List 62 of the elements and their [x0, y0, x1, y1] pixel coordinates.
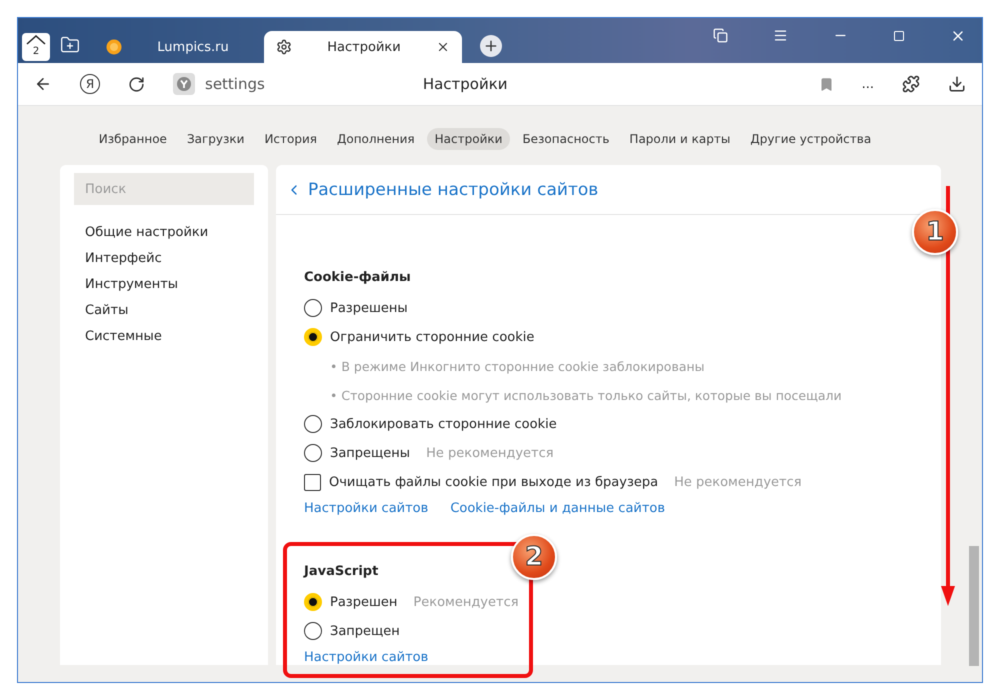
yandex-button[interactable]: Я: [80, 74, 100, 94]
nav-tab[interactable]: Дополнения: [328, 128, 423, 150]
site-icon: [173, 73, 195, 95]
option-note: Рекомендуется: [413, 594, 519, 610]
option-hint: • В режиме Инкогнито сторонние cookie заблокированы: [329, 358, 706, 376]
option-label: Разрешены: [330, 300, 408, 316]
gear-icon: [276, 39, 292, 55]
page-title: Настройки: [422, 75, 509, 93]
collections-icon[interactable]: [713, 28, 728, 43]
nav-tab[interactable]: История: [256, 128, 325, 150]
more-button[interactable]: ...: [862, 76, 874, 92]
nav-tab[interactable]: Пароли и карты: [621, 128, 738, 150]
extensions-icon[interactable]: [902, 75, 920, 93]
sidebar-item[interactable]: Системные: [85, 329, 254, 344]
option-hint: • Сторонние cookie могут использовать только сайты, которые вы посещали: [329, 386, 843, 405]
sidebar-item[interactable]: Общие настройки: [85, 225, 254, 240]
close-icon[interactable]: [436, 40, 450, 54]
sidebar-item[interactable]: Инструменты: [85, 277, 254, 292]
search-field[interactable]: Поиск: [74, 173, 254, 205]
nav-tab[interactable]: Настройки: [426, 128, 510, 150]
option-label: Очищать файлы cookie при выходе из браузера: [329, 474, 658, 490]
radio-button[interactable]: [304, 622, 322, 640]
nav-tab[interactable]: Избранное: [90, 128, 175, 150]
radio-button[interactable]: [304, 444, 322, 462]
section-title: Cookie-файлы: [304, 270, 412, 285]
checkbox[interactable]: [304, 474, 321, 490]
radio-button[interactable]: [304, 415, 322, 433]
download-icon[interactable]: [948, 75, 966, 93]
browser-tab[interactable]: Lumpics.ru: [94, 31, 264, 63]
browser-tab[interactable]: Настройки: [264, 31, 462, 63]
option-note: Не рекомендуется: [426, 446, 554, 460]
new-tab-button[interactable]: [480, 35, 502, 57]
roof-icon: [25, 35, 47, 45]
back-icon[interactable]: [34, 75, 52, 93]
sidebar-item[interactable]: Интерфейс: [85, 251, 254, 266]
nav-tab[interactable]: Безопасность: [514, 128, 618, 150]
address-field[interactable]: settings: [205, 75, 265, 93]
sidebar-item[interactable]: Сайты: [85, 303, 254, 318]
option-note: Не рекомендуется: [674, 474, 802, 490]
option-label: Запрещены: [330, 446, 410, 460]
option-label: Заблокировать сторонние cookie: [330, 416, 557, 432]
option-label: Запрещен: [330, 624, 400, 638]
section-title: JavaScript: [304, 564, 380, 579]
settings-link[interactable]: Cookie-файлы и данные сайтов: [450, 501, 666, 516]
reload-icon[interactable]: [128, 76, 145, 92]
card-title: Расширенные настройки сайтов: [308, 180, 598, 200]
home-button[interactable]: 2: [22, 33, 50, 61]
site-icon: [106, 39, 122, 55]
settings-link[interactable]: Настройки сайтов: [304, 501, 428, 516]
radio-button[interactable]: [304, 299, 322, 317]
nav-tab[interactable]: Загрузки: [178, 128, 252, 150]
maximize-icon[interactable]: [893, 30, 905, 42]
step-badge: 2: [511, 534, 557, 580]
settings-link[interactable]: Настройки сайтов: [304, 650, 428, 665]
scroll-thumb[interactable]: [969, 546, 979, 666]
new-folder-icon[interactable]: [60, 35, 80, 55]
plus-icon: [483, 38, 499, 54]
nav-tab[interactable]: Другие устройства: [742, 128, 880, 150]
menu-icon[interactable]: [773, 28, 788, 43]
bookmark-icon[interactable]: [818, 76, 834, 92]
option-label: Ограничить сторонние cookie: [330, 330, 534, 344]
option-label: Разрешен: [330, 594, 398, 610]
